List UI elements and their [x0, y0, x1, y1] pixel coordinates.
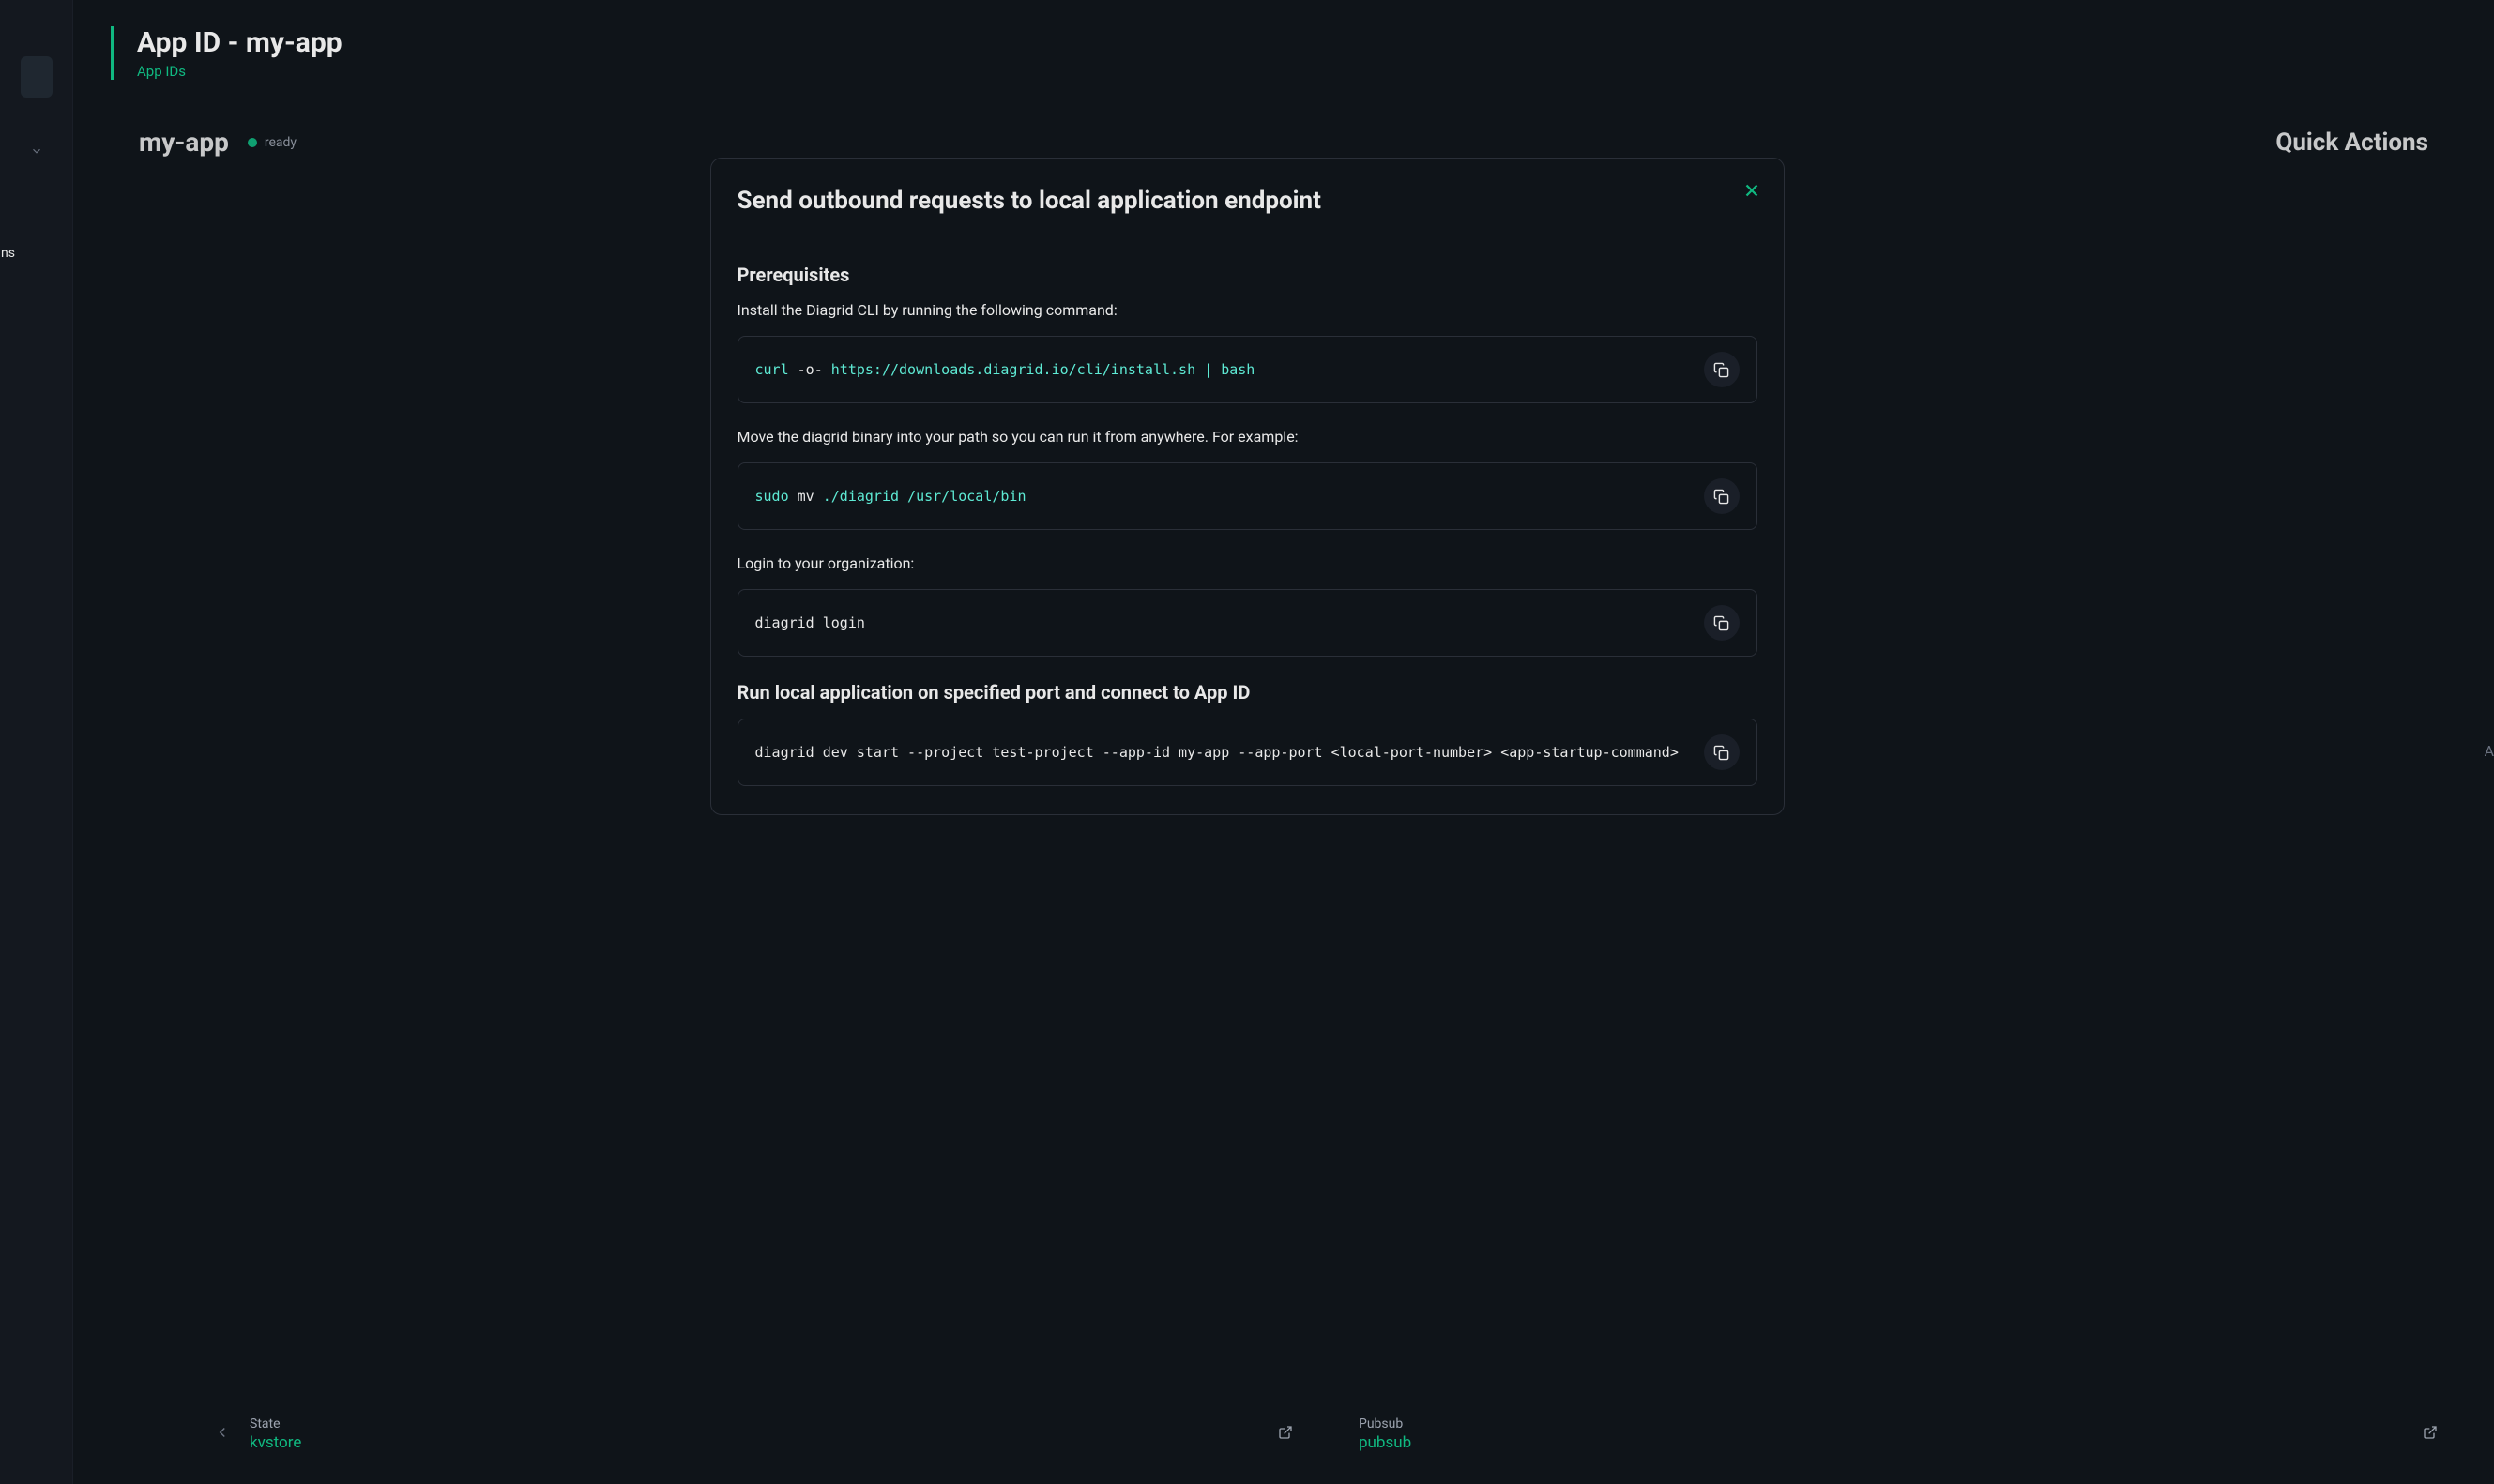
login-description: Login to your organization:	[738, 554, 1757, 572]
state-value-link[interactable]: kvstore	[250, 1433, 1259, 1452]
install-description: Install the Diagrid CLI by running the f…	[738, 301, 1757, 319]
page-header: App ID - my-app App IDs	[111, 26, 2456, 80]
app-status: ready	[248, 135, 297, 150]
external-link-icon[interactable]	[1278, 1425, 1293, 1444]
run-heading: Run local application on specified port …	[738, 681, 1757, 704]
copy-button[interactable]	[1704, 478, 1740, 514]
right-edge-label: A	[2485, 742, 2494, 760]
app-name: my-app	[139, 127, 229, 158]
pubsub-panel: Pubsub pubsub	[1340, 1403, 2456, 1465]
modal-dialog: Send outbound requests to local applicat…	[710, 158, 1785, 815]
modal-title: Send outbound requests to local applicat…	[738, 187, 1757, 215]
run-code-block: diagrid dev start --project test-project…	[738, 719, 1757, 786]
login-command: diagrid login	[755, 614, 865, 631]
run-command: diagrid dev start --project test-project…	[755, 744, 1679, 761]
install-command: curl -o- https://downloads.diagrid.io/cl…	[755, 361, 1255, 378]
breadcrumb-link[interactable]: App IDs	[137, 63, 2456, 80]
prerequisites-heading: Prerequisites	[738, 264, 1757, 286]
page-title: App ID - my-app	[137, 26, 2456, 59]
close-button[interactable]	[1741, 179, 1763, 202]
state-label: State	[250, 1416, 1259, 1431]
sidebar-nav-item[interactable]	[21, 56, 53, 98]
move-description: Move the diagrid binary into your path s…	[738, 428, 1757, 446]
install-code-block: curl -o- https://downloads.diagrid.io/cl…	[738, 336, 1757, 403]
sidebar-truncated-label: ns	[1, 246, 15, 261]
pubsub-value-link[interactable]: pubsub	[1359, 1433, 2404, 1452]
state-panel: State kvstore	[195, 1403, 1312, 1465]
sidebar-chevron-down[interactable]	[30, 144, 43, 161]
login-code-block: diagrid login	[738, 589, 1757, 657]
bottom-panels: State kvstore Pubsub pubsub	[195, 1403, 2456, 1465]
copy-button[interactable]	[1704, 352, 1740, 387]
status-label: ready	[265, 135, 297, 150]
chevron-left-icon[interactable]	[214, 1423, 231, 1446]
quick-actions-heading: Quick Actions	[2275, 129, 2428, 157]
copy-button[interactable]	[1704, 605, 1740, 641]
move-command: sudo mv ./diagrid /usr/local/bin	[755, 488, 1026, 505]
move-code-block: sudo mv ./diagrid /usr/local/bin	[738, 462, 1757, 530]
copy-button[interactable]	[1704, 734, 1740, 770]
status-dot-icon	[248, 138, 257, 147]
pubsub-label: Pubsub	[1359, 1416, 2404, 1431]
external-link-icon[interactable]	[2423, 1425, 2438, 1444]
sidebar: ns	[0, 0, 73, 1484]
